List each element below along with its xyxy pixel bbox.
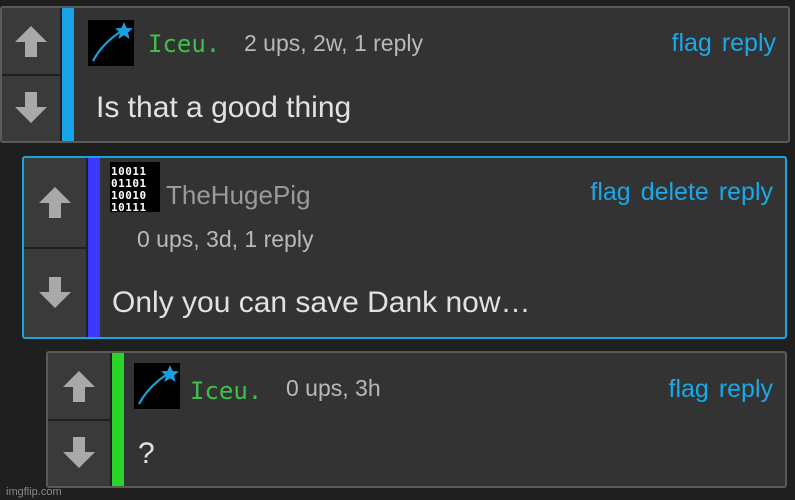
comment-depth-stripe (112, 353, 124, 486)
comment-text: ? (138, 437, 155, 470)
arrow-down-icon (63, 437, 95, 469)
reply-link[interactable]: reply (719, 375, 773, 404)
delete-link[interactable]: delete (641, 178, 709, 207)
comment-actions: flag reply (672, 29, 777, 58)
comment-text: Only you can save Dank now… (112, 286, 531, 319)
username[interactable]: TheHugePig (166, 180, 311, 211)
arrow-up-icon (39, 187, 71, 219)
reply-link[interactable]: reply (719, 178, 773, 207)
comment-thread: Iceu. 2 ups, 2w, 1 reply flag reply Is t… (0, 0, 795, 500)
vote-column (48, 353, 112, 486)
comment-depth-stripe (88, 158, 100, 337)
shooting-star-avatar-icon (138, 365, 179, 405)
vote-column (2, 8, 62, 141)
downvote-button[interactable] (2, 75, 60, 141)
flag-link[interactable]: flag (669, 375, 709, 404)
arrow-down-icon (15, 92, 47, 124)
comment-1: Iceu. 2 ups, 2w, 1 reply flag reply Is t… (0, 6, 790, 143)
comment-2: 10011 01101 10010 10111 TheHugePig flag … (22, 156, 787, 339)
upvote-button[interactable] (48, 353, 110, 421)
comment-3: Iceu. 0 ups, 3h flag reply ? (46, 351, 787, 488)
comment-text: Is that a good thing (96, 91, 352, 124)
binary-row: 10111 (111, 201, 147, 212)
vote-column (24, 158, 88, 337)
username[interactable]: Iceu. (148, 30, 220, 58)
arrow-up-icon (15, 25, 47, 57)
comment-body: 10011 01101 10010 10111 TheHugePig flag … (100, 158, 785, 337)
comment-actions: flag delete reply (590, 178, 773, 207)
avatar[interactable]: 10011 01101 10010 10111 (110, 162, 160, 214)
downvote-button[interactable] (48, 420, 110, 486)
upvote-button[interactable] (2, 8, 60, 76)
shooting-star-avatar-icon (92, 22, 133, 62)
comment-body: Iceu. 0 ups, 3h flag reply ? (124, 353, 785, 486)
watermark: imgflip.com (6, 486, 62, 498)
reply-link[interactable]: reply (722, 29, 776, 58)
comment-meta: 0 ups, 3h (286, 375, 381, 401)
avatar[interactable] (134, 363, 180, 409)
username[interactable]: Iceu. (190, 377, 262, 405)
upvote-button[interactable] (24, 158, 86, 249)
binary-code-avatar-icon: 10011 01101 10010 10111 (110, 162, 160, 214)
comment-depth-stripe (62, 8, 74, 141)
comment-meta: 0 ups, 3d, 1 reply (137, 226, 314, 252)
comment-actions: flag reply (669, 375, 774, 404)
comment-body: Iceu. 2 ups, 2w, 1 reply flag reply Is t… (74, 8, 788, 141)
avatar[interactable] (88, 20, 134, 66)
downvote-button[interactable] (24, 248, 86, 337)
flag-link[interactable]: flag (590, 178, 630, 207)
flag-link[interactable]: flag (672, 29, 712, 58)
arrow-up-icon (63, 370, 95, 402)
comment-meta: 2 ups, 2w, 1 reply (244, 30, 423, 56)
arrow-down-icon (39, 276, 71, 308)
